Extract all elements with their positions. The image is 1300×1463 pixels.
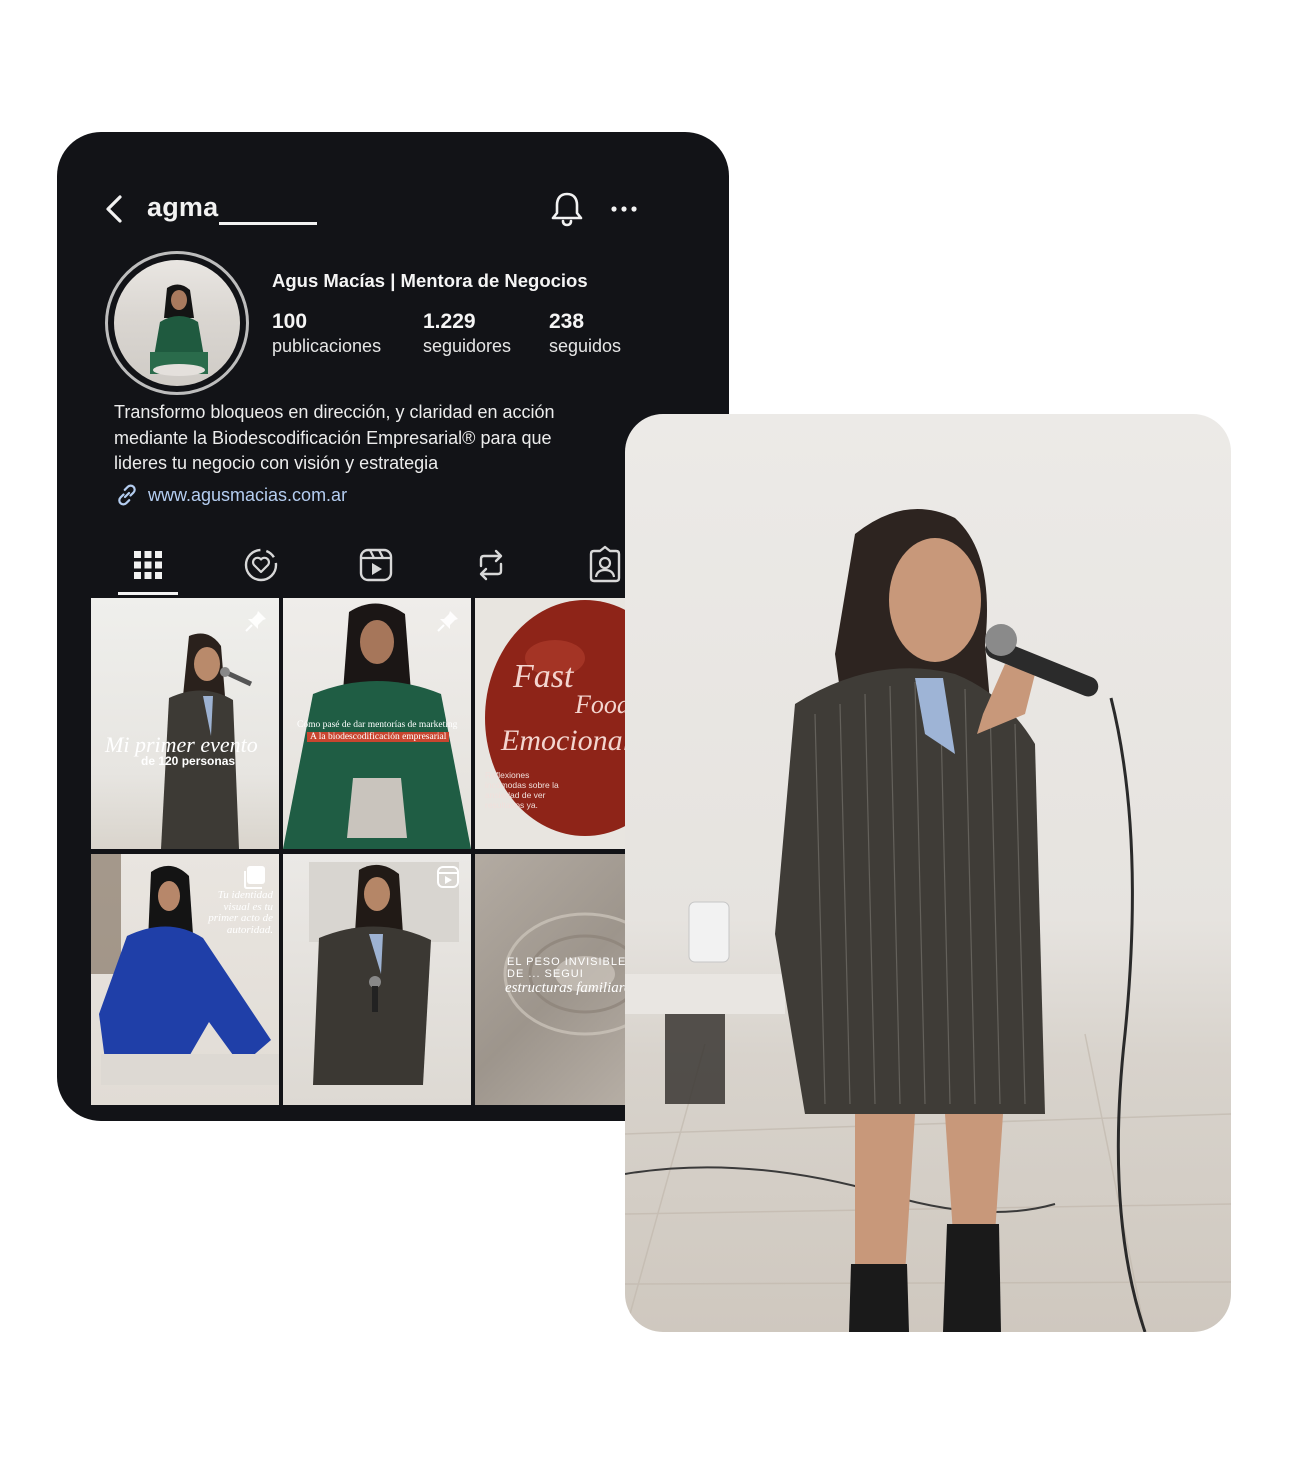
stat-following-value: 238 — [549, 310, 585, 333]
post-subtitle: Reflexiones incómodas sobre la ansiedad … — [485, 770, 559, 810]
stat-posts-value: 100 — [272, 310, 308, 333]
heart-circle-icon[interactable] — [241, 545, 281, 585]
tagged-icon[interactable] — [585, 545, 625, 585]
stat-followers-value: 1.229 — [423, 310, 476, 333]
username-redaction-line — [219, 222, 317, 225]
post-title: Tu identidad visual es tu primer acto de… — [208, 889, 273, 936]
reels-icon[interactable] — [356, 545, 396, 585]
stat-following[interactable]: 238 seguidos — [549, 310, 621, 357]
post-subtitle: A la biodescodificación empresarial — [307, 732, 450, 742]
stat-followers-label: seguidores — [423, 336, 512, 356]
bio-line: mediante la Biodescodificación Empresari… — [114, 427, 552, 448]
active-tab-indicator — [118, 592, 178, 595]
bio-line: lideres tu negocio con visión y estrateg… — [114, 453, 439, 473]
post-thumbnail[interactable] — [283, 854, 471, 1105]
stat-posts-label: publicaciones — [272, 336, 382, 356]
profile-tabs — [91, 537, 691, 597]
profile-full-name: Agus Macías | Mentora de Negocios — [272, 270, 588, 291]
post-thumbnail[interactable]: Mi primer evento de 120 personas — [91, 598, 279, 849]
grid-icon[interactable] — [128, 545, 168, 585]
link-icon — [118, 484, 136, 506]
ellipsis-icon[interactable] — [609, 202, 639, 216]
post-title: EL PESO INVISIBLE — [507, 956, 627, 968]
post-subtitle: de 120 personas — [141, 754, 236, 768]
pin-icon — [245, 611, 266, 632]
pin-icon — [437, 611, 458, 632]
post-title: Fast — [513, 658, 574, 695]
repost-icon[interactable] — [471, 545, 511, 585]
reels-badge-icon — [437, 866, 459, 888]
bell-icon[interactable] — [549, 190, 585, 228]
speaker-photo-card — [625, 414, 1231, 1332]
profile-username: agma — [147, 192, 219, 222]
post-thumbnail[interactable]: Cómo pasé de dar mentorías de marketing … — [283, 598, 471, 849]
avatar-photo — [114, 260, 240, 386]
posts-grid: Mi primer evento de 120 personas Cómo pa… — [91, 598, 691, 1105]
stat-posts[interactable]: 100 publicaciones — [272, 310, 381, 357]
profile-link[interactable]: www.agusmacias.com.ar — [114, 482, 347, 508]
post-subtitle: estructuras familiares — [505, 980, 637, 996]
chevron-left-icon[interactable] — [103, 194, 125, 224]
bio-line: Transformo bloqueos en dirección, y clar… — [114, 402, 555, 422]
stat-following-label: seguidos — [549, 336, 622, 356]
stat-followers[interactable]: 1.229 seguidores — [423, 310, 511, 357]
profile-link-text[interactable]: www.agusmacias.com.ar — [148, 485, 347, 506]
post-thumbnail[interactable]: Tu identidad visual es tu primer acto de… — [91, 854, 279, 1105]
carousel-icon — [244, 866, 265, 889]
profile-bio: Transformo bloqueos en dirección, y clar… — [114, 400, 634, 477]
post-title-3: Emocional — [501, 724, 631, 757]
post-title-2: Food — [575, 690, 630, 719]
avatar-person-figure — [150, 284, 208, 376]
profile-avatar[interactable] — [105, 251, 249, 395]
speaker-photo — [625, 509, 1231, 1332]
post-title-2: DE ... SEGUI — [507, 968, 584, 980]
post-title: Cómo pasé de dar mentorías de marketing — [297, 720, 458, 730]
